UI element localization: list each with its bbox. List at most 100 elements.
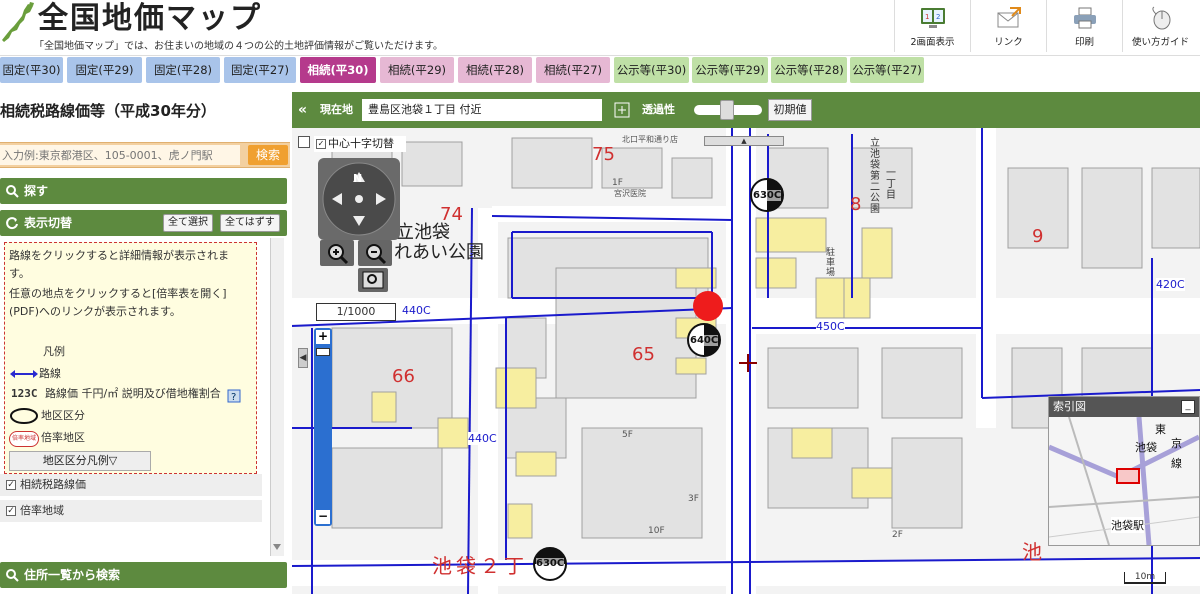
block-label: 8 [850, 194, 862, 215]
crosshair-target-icon[interactable] [614, 102, 630, 118]
guide-button[interactable]: 使い方ガイド [1122, 0, 1198, 52]
park-vertical-label: 立池袋第二公園 [870, 138, 880, 215]
header: 全国地価マップ 「全国地価マップ」では、お住まいの地域の４つの公的土地評価情報が… [0, 0, 1200, 56]
map-scalebar: 10m [1124, 572, 1166, 584]
scroll-down-icon[interactable] [273, 544, 281, 550]
dual-screen-icon: 1 2 [920, 8, 945, 28]
legend-route: 路線 [39, 367, 61, 380]
crosshair-toggle-label: 中心十字切替 [328, 137, 394, 150]
search-input[interactable] [0, 145, 240, 165]
crosshair-toggle[interactable]: ✓ 中心十字切替 [314, 136, 406, 152]
collapse-panel-icon[interactable]: « [298, 92, 307, 128]
route-price-checkbox[interactable]: ✓ 相続税路線価 [0, 474, 262, 496]
map-scale-field[interactable]: 1/1000 [316, 303, 396, 321]
info-text-2: す。 [9, 267, 30, 280]
area-name-partial: 池 [1022, 540, 1042, 564]
printer-icon [1073, 7, 1096, 29]
japan-map-logo-icon [2, 2, 34, 42]
tab-public-h28[interactable]: 公示等(平28) [771, 57, 847, 83]
address-list-label: 住所一覧から検索 [24, 568, 121, 582]
info-text-1: 路線をクリックすると詳細情報が表示されま [9, 249, 229, 262]
help-icon[interactable]: ? [227, 389, 241, 403]
tab-fixed-h29[interactable]: 固定(平29) [67, 57, 142, 83]
panel-scrollbar[interactable] [270, 238, 284, 556]
link-button[interactable]: リンク [970, 0, 1046, 52]
circle-price-label[interactable]: 630C [753, 190, 782, 201]
search-button[interactable]: 検索 [248, 145, 288, 165]
circle-price-label[interactable]: 640C [690, 335, 719, 346]
block-label: 75 [592, 144, 615, 165]
park-name: れあい公園 [394, 242, 484, 263]
magnifier-icon [6, 185, 19, 198]
info-text-4: (PDF)へのリンクが表示されます。 [9, 305, 181, 318]
zoom-handle[interactable] [316, 348, 330, 356]
transparency-label: 透過性 [642, 103, 675, 116]
route-price-label: 相続税路線価 [20, 478, 86, 491]
tab-inheritance-h28[interactable]: 相続(平28) [458, 57, 532, 83]
dual-screen-button[interactable]: 1 2 2画面表示 [894, 0, 970, 52]
reset-button[interactable]: 初期値 [768, 99, 812, 121]
find-section-header[interactable]: 探す [0, 178, 287, 204]
legend-price-code: 123C [11, 387, 38, 400]
print-label: 印刷 [1074, 37, 1094, 48]
minimap-label: 線 [1171, 457, 1182, 470]
year-tabs: 固定(平30) 固定(平29) 固定(平28) 固定(平27) 相続(平30) … [0, 57, 1200, 85]
zoom-plus-icon[interactable]: + [316, 330, 330, 344]
address-list-section-header[interactable]: 住所一覧から検索 [0, 562, 287, 588]
tab-inheritance-h29[interactable]: 相続(平29) [380, 57, 454, 83]
legend-box: 路線をクリックすると詳細情報が表示されま す。 任意の地点をクリックすると[倍率… [4, 242, 257, 474]
checkbox-checked-icon: ✓ [316, 139, 326, 149]
hospital-label: 宮沢医院 [614, 189, 646, 198]
legend-price: 路線価 千円/㎡ 説明及び借地権割合 [45, 387, 221, 400]
left-panel: 相続税路線価等（平成30年分） 検索 探す 表示切替 全て選択 全てはずす 路線… [0, 88, 292, 594]
minimap-title: 索引図 [1049, 397, 1199, 417]
minimap-label: 池袋 [1135, 441, 1157, 454]
display-section-label: 表示切替 [24, 216, 73, 230]
tab-inheritance-h27[interactable]: 相続(平27) [536, 57, 610, 83]
display-section-header[interactable]: 表示切替 全て選択 全てはずす [0, 210, 287, 236]
expand-icon[interactable] [298, 136, 310, 148]
route-price-label[interactable]: 420C [1156, 278, 1185, 291]
tab-fixed-h30[interactable]: 固定(平30) [0, 57, 63, 83]
pan-compass[interactable] [318, 158, 400, 240]
route-price-label[interactable]: 440C [468, 432, 497, 445]
tab-public-h30[interactable]: 公示等(平30) [614, 57, 689, 83]
search-row: 検索 [0, 142, 290, 168]
deselect-all-button[interactable]: 全てはずす [220, 214, 280, 232]
zoom-minus-icon[interactable]: − [316, 510, 330, 524]
zoom-box-icon[interactable] [358, 268, 388, 292]
district-legend-button[interactable]: 地区区分凡例▽ [9, 451, 151, 471]
compass-north-label: N [353, 172, 363, 185]
zoom-out-icon[interactable] [358, 240, 392, 266]
tab-inheritance-h30[interactable]: 相続(平30) [300, 57, 376, 83]
tab-fixed-h28[interactable]: 固定(平28) [146, 57, 220, 83]
zoom-in-icon[interactable] [320, 240, 354, 266]
legend-title: 凡例 [43, 345, 65, 358]
minimap-label: 東 [1155, 423, 1166, 436]
panel-title: 相続税路線価等（平成30年分） [0, 102, 216, 120]
parking-label: 駐車場 [826, 248, 836, 278]
current-location-field[interactable]: 豊島区池袋１丁目 付近 [362, 99, 602, 121]
pan-left-icon[interactable]: ◀ [298, 348, 308, 368]
pan-up-icon[interactable]: ▲ [704, 136, 784, 146]
minimize-icon[interactable]: _ [1181, 400, 1195, 414]
svg-text:?: ? [231, 392, 236, 403]
zoom-slider[interactable]: + − [314, 328, 332, 526]
checkbox-checked-icon: ✓ [6, 480, 16, 490]
transparency-slider-knob[interactable] [720, 100, 734, 120]
svg-text:1: 1 [925, 13, 929, 21]
tab-public-h27[interactable]: 公示等(平27) [850, 57, 924, 83]
site-title: 全国地価マップ [38, 1, 262, 36]
index-minimap[interactable]: 索引図 _ 池袋 東 京 線 池袋駅 [1048, 396, 1200, 546]
ratio-area-checkbox[interactable]: ✓ 倍率地域 [0, 500, 262, 522]
select-all-button[interactable]: 全て選択 [163, 214, 213, 232]
route-price-label[interactable]: 440C [402, 304, 431, 317]
refresh-icon [6, 217, 18, 230]
floor-label: 3F [688, 494, 699, 504]
circle-price-label[interactable]: 630C [536, 558, 565, 569]
tab-fixed-h27[interactable]: 固定(平27) [224, 57, 296, 83]
route-price-label[interactable]: 450C [816, 320, 845, 333]
print-button[interactable]: 印刷 [1046, 0, 1122, 52]
area-name: 池袋２丁 [432, 554, 528, 578]
tab-public-h29[interactable]: 公示等(平29) [692, 57, 768, 83]
